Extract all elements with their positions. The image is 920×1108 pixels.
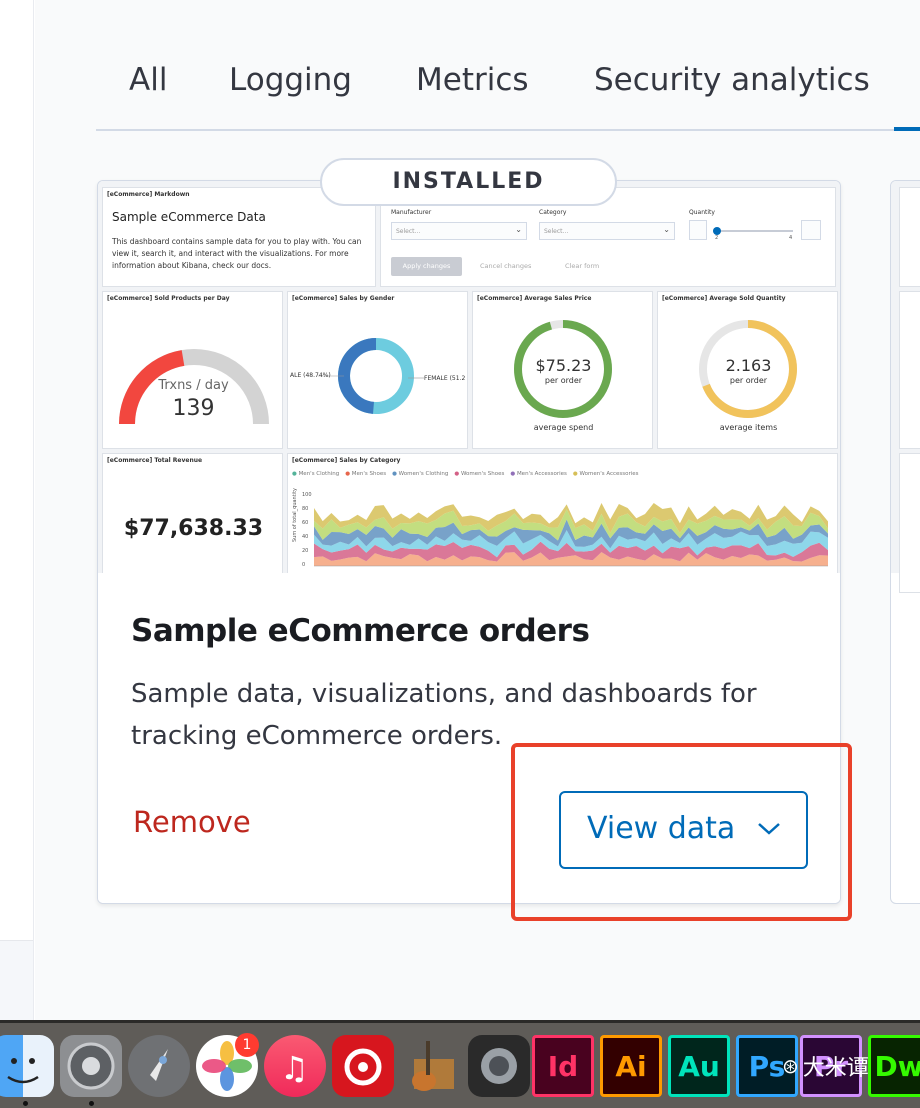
tab-all[interactable]: All xyxy=(129,62,167,98)
gauge-chart xyxy=(119,349,269,425)
avg-sold-qty-panel: [eCommerce] Average Sold Quantity 2.163 … xyxy=(657,291,838,449)
sales-by-category-panel: [eCommerce] Sales by Category ● Men's Cl… xyxy=(287,453,838,573)
manufacturer-label: Manufacturer xyxy=(391,209,432,216)
running-indicator xyxy=(23,1101,28,1106)
chevron-down-icon: ⌄ xyxy=(663,225,670,234)
photos-notification-badge: 1 xyxy=(235,1033,259,1057)
quantity-max-input[interactable] xyxy=(801,220,821,240)
preview-panel xyxy=(899,187,920,287)
sample-data-card: [eCommerce] Markdown Sample eCommerce Da… xyxy=(97,180,841,904)
dreamweaver-icon[interactable]: Dw xyxy=(868,1035,920,1097)
avg-price-value: $75.23 xyxy=(535,356,592,375)
apply-changes-button[interactable]: Apply changes xyxy=(391,257,462,276)
total-revenue-value: $77,638.33 xyxy=(123,516,264,541)
card-description: Sample data, visualizations, and dashboa… xyxy=(131,679,757,751)
launchpad-icon[interactable] xyxy=(128,1035,190,1097)
avg-sales-price-panel: [eCommerce] Average Sales Price $75.23 p… xyxy=(472,291,653,449)
tab-security-analytics[interactable]: Security analytics xyxy=(594,62,870,98)
illustrator-icon[interactable]: Ai xyxy=(600,1035,662,1097)
cancel-changes-button[interactable]: Cancel changes xyxy=(480,262,531,270)
tab-metrics[interactable]: Metrics xyxy=(416,62,529,98)
netease-music-icon[interactable] xyxy=(332,1035,394,1097)
next-card-preview xyxy=(891,181,920,593)
category-select[interactable]: Select... ⌄ xyxy=(539,222,675,240)
svg-text:♫: ♫ xyxy=(280,1049,309,1087)
slider-max-label: 4 xyxy=(789,235,793,241)
clear-form-button[interactable]: Clear form xyxy=(565,262,599,270)
music-icon[interactable]: ♫ xyxy=(264,1035,326,1097)
preview-panel xyxy=(899,291,920,449)
slider-min-label: 2 xyxy=(715,235,719,241)
avg-qty-sub: per order xyxy=(729,376,768,385)
tab-active-indicator xyxy=(894,127,920,131)
chevron-down-icon xyxy=(758,823,780,835)
avg-price-sub: per order xyxy=(544,376,583,385)
avg-qty-value: 2.163 xyxy=(725,356,772,375)
remove-button[interactable]: Remove xyxy=(133,805,251,839)
wechat-icon: ⊛ xyxy=(782,1054,799,1078)
manufacturer-select[interactable]: Select... ⌄ xyxy=(391,222,527,240)
indesign-icon[interactable]: Id xyxy=(532,1035,594,1097)
view-data-label: View data xyxy=(587,811,736,846)
panel-title: [eCommerce] Markdown xyxy=(107,191,190,198)
installed-badge: INSTALLED xyxy=(320,158,617,206)
finder-icon[interactable] xyxy=(0,1035,54,1097)
gauge-value: 139 xyxy=(172,396,215,421)
sales-by-gender-panel: [eCommerce] Sales by Gender ALE (48.74%)… xyxy=(287,291,468,449)
avg-qty-caption: average items xyxy=(719,423,778,432)
tabs-bar: All Logging Metrics Security analytics xyxy=(96,48,920,131)
watermark: ⊛ 大米谭 xyxy=(782,1050,869,1082)
view-data-button[interactable]: View data xyxy=(559,791,808,869)
left-sidebar-strip xyxy=(0,0,34,1020)
total-revenue-panel: [eCommerce] Total Revenue $77,638.33 xyxy=(102,453,283,573)
male-label: ALE (48.74%) xyxy=(290,372,331,379)
stacked-area-chart xyxy=(314,503,828,567)
female-label: FEMALE (51.2 xyxy=(424,375,466,382)
card-body: Sample eCommerce orders Sample data, vis… xyxy=(98,573,840,903)
gauge-unit: Trxns / day xyxy=(158,378,229,393)
chevron-down-icon: ⌄ xyxy=(515,225,522,234)
preview-panel xyxy=(899,453,920,593)
quantity-label: Quantity xyxy=(689,209,715,216)
quantity-slider-track[interactable] xyxy=(713,230,793,232)
next-sample-card[interactable] xyxy=(890,180,920,904)
watermark-text: 大米谭 xyxy=(802,1056,869,1081)
card-title: Sample eCommerce orders xyxy=(131,613,590,649)
garageband-icon[interactable] xyxy=(400,1035,462,1097)
running-indicator xyxy=(89,1101,94,1106)
tab-logging[interactable]: Logging xyxy=(229,62,352,98)
sold-per-day-panel: [eCommerce] Sold Products per Day Trxns … xyxy=(102,291,283,449)
audition-icon[interactable]: Au xyxy=(668,1035,730,1097)
quantity-slider-handle[interactable] xyxy=(713,227,721,235)
quantity-min-input[interactable] xyxy=(689,220,707,240)
markdown-heading: Sample eCommerce Data xyxy=(112,210,266,224)
system-preferences-icon[interactable] xyxy=(60,1035,122,1097)
dashboard-preview: [eCommerce] Markdown Sample eCommerce Da… xyxy=(98,181,840,573)
markdown-text: This dashboard contains sample data for … xyxy=(112,237,362,270)
category-label: Category xyxy=(539,209,567,216)
left-sidebar-lower xyxy=(0,940,33,1020)
panel-title: [eCommerce] Total Revenue xyxy=(107,457,203,464)
logic-pro-icon[interactable] xyxy=(468,1035,530,1097)
avg-price-caption: average spend xyxy=(533,423,594,432)
donut-chart xyxy=(318,338,424,414)
